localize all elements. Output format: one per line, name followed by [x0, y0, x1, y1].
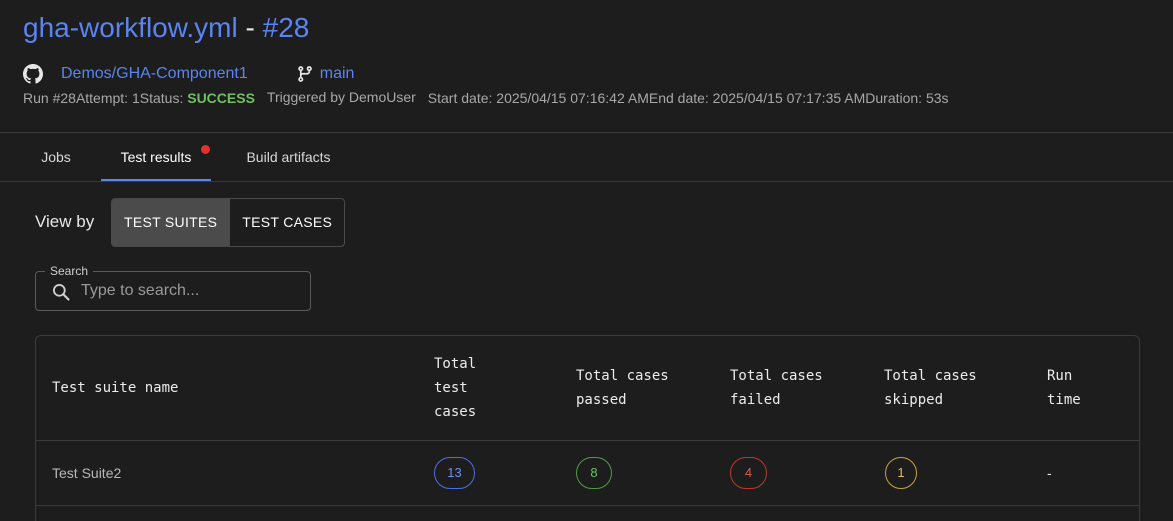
tab-jobs[interactable]: Jobs — [23, 133, 89, 181]
repo-link[interactable]: Demos/GHA-Component1 — [61, 65, 248, 83]
status-label: Status: — [139, 90, 184, 106]
run-number-link[interactable]: #28 — [263, 12, 310, 43]
tab-test-results[interactable]: Test results — [101, 133, 211, 181]
repo-branch-row: Demos/GHA-Component1 main — [23, 63, 354, 85]
column-header-line: Total cases — [884, 368, 977, 384]
git-branch-icon — [296, 65, 314, 83]
run-number-text: Run #28 — [23, 90, 76, 106]
tab-bar: Jobs Test results Build artifacts — [0, 133, 1173, 182]
view-by-toggle: TEST SUITES TEST CASES — [111, 198, 346, 247]
column-header-line: time — [1047, 392, 1081, 408]
failed-cases-chip: 4 — [730, 457, 767, 489]
column-header-line: Total — [434, 356, 477, 372]
triggered-by-text: Triggered by DemoUser — [266, 89, 416, 105]
column-header-line: Run — [1047, 368, 1073, 384]
column-header-line: failed — [730, 392, 781, 408]
run-header: gha-workflow.yml - #28 Demos/GHA-Compone… — [0, 0, 1173, 133]
branch-link[interactable]: main — [320, 65, 355, 83]
skipped-cases-chip: 1 — [885, 457, 917, 489]
tab-label: Jobs — [41, 149, 71, 165]
column-header-line: test — [434, 380, 468, 396]
column-header-failed[interactable]: Total cases failed — [730, 364, 823, 412]
column-header-skipped[interactable]: Total cases skipped — [884, 364, 977, 412]
column-header-passed[interactable]: Total cases passed — [576, 364, 669, 412]
notification-dot — [201, 145, 210, 154]
column-header-line: Total cases — [576, 368, 669, 384]
title-separator: - — [237, 12, 263, 43]
table-row[interactable]: Test Suite2 13 8 4 1 - — [36, 441, 1139, 506]
column-header-line: Total cases — [730, 368, 823, 384]
column-header-line: Test suite name — [52, 380, 179, 396]
suite-name-cell: Test Suite2 — [52, 465, 122, 481]
tab-label: Test results — [120, 149, 192, 165]
view-test-cases-button[interactable]: TEST CASES — [229, 199, 344, 246]
search-icon — [51, 282, 71, 302]
view-test-suites-button[interactable]: TEST SUITES — [112, 199, 230, 246]
page-title: gha-workflow.yml - #28 — [23, 10, 309, 46]
test-suites-table: Test suite name Total test cases Total c… — [35, 335, 1140, 521]
status-badge: SUCCESS — [187, 90, 255, 106]
github-icon — [23, 64, 43, 84]
status-text: Status: SUCCESS — [140, 90, 255, 106]
run-metadata: Run #28 Attempt: 1 Status: SUCCESS Trigg… — [23, 89, 949, 106]
attempt-text: Attempt: 1 — [75, 90, 140, 106]
search-field: Search — [35, 264, 311, 311]
tab-build-artifacts[interactable]: Build artifacts — [226, 133, 351, 181]
table-header: Test suite name Total test cases Total c… — [36, 336, 1139, 441]
run-time-cell: - — [1047, 465, 1052, 481]
column-header-total-cases[interactable]: Total test cases — [434, 352, 476, 424]
search-input[interactable] — [81, 272, 301, 310]
column-header-line: passed — [576, 392, 627, 408]
start-date-text: Start date: 2025/04/15 07:16:42 AM — [427, 90, 649, 106]
passed-cases-chip: 8 — [576, 457, 612, 489]
total-cases-chip: 13 — [434, 457, 475, 489]
workflow-link[interactable]: gha-workflow.yml — [23, 12, 238, 43]
column-header-line: skipped — [884, 392, 944, 408]
column-header-suite-name[interactable]: Test suite name — [52, 376, 178, 400]
view-by-label: View by — [35, 212, 95, 231]
tab-label: Build artifacts — [246, 149, 331, 165]
column-header-run-time[interactable]: Run time — [1047, 364, 1081, 412]
column-header-line: cases — [434, 404, 477, 420]
end-date-text: End date: 2025/04/15 07:17:35 AM — [648, 90, 866, 106]
duration-text: Duration: 53s — [865, 90, 949, 106]
